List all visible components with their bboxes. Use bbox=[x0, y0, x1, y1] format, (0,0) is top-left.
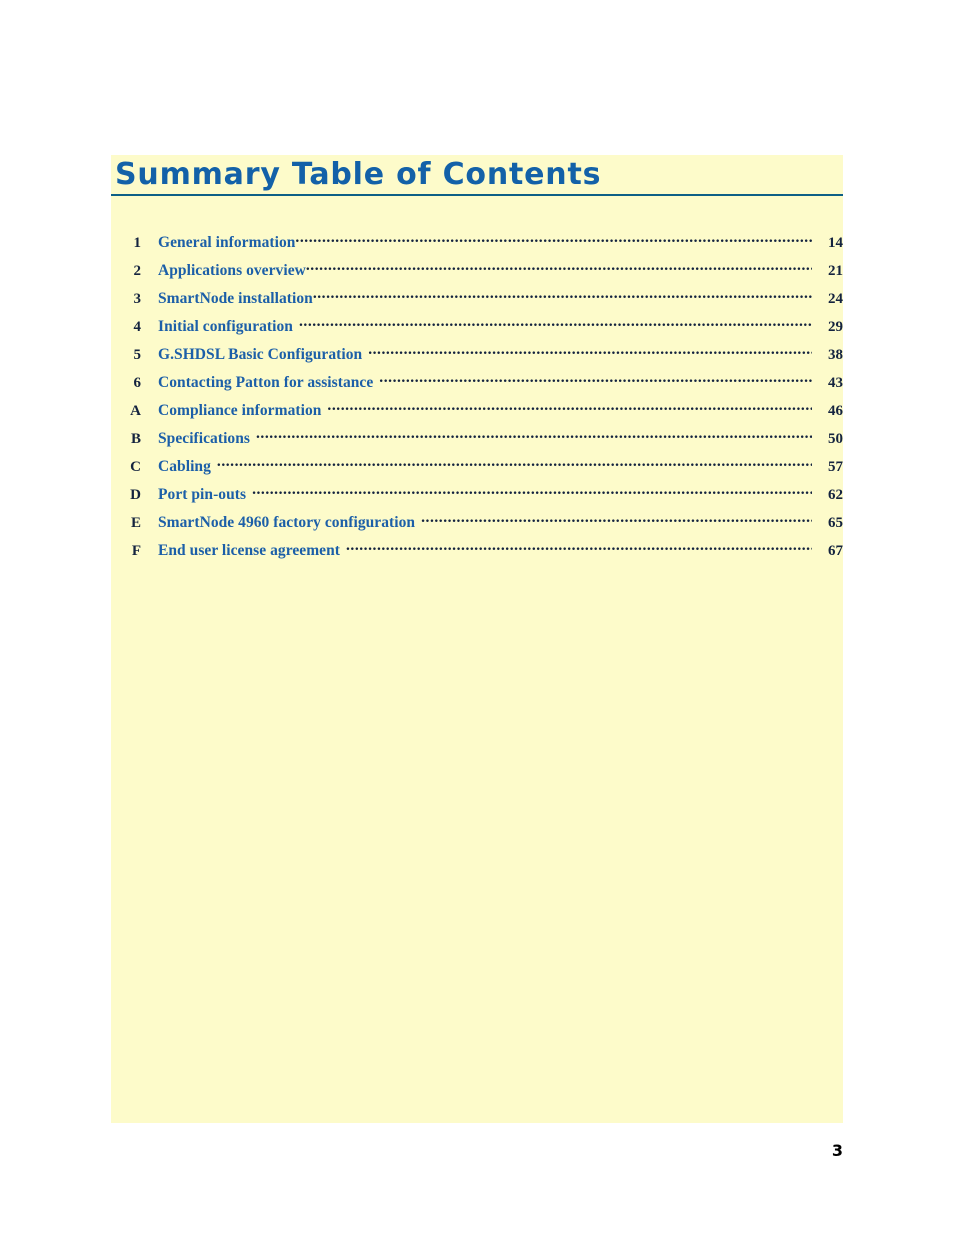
toc-entry-number: B bbox=[130, 430, 141, 447]
toc-entry[interactable]: DPort pin-outs 62 bbox=[111, 483, 843, 511]
toc-entry-number: 1 bbox=[133, 234, 142, 251]
toc-entry-number: 6 bbox=[133, 374, 142, 391]
toc-entry-label[interactable]: Contacting Patton for assistance bbox=[141, 374, 373, 392]
toc-entry-list: 1General information 14 2Applications over… bbox=[111, 231, 843, 567]
toc-entry-label[interactable]: General information bbox=[141, 234, 295, 252]
toc-entry-label[interactable]: Cabling bbox=[141, 458, 211, 476]
toc-entry-label[interactable]: Compliance information bbox=[141, 402, 321, 420]
toc-leader-dots bbox=[217, 455, 812, 471]
toc-leader-dots bbox=[368, 343, 812, 359]
toc-entry[interactable]: 2Applications overview 21 bbox=[111, 259, 844, 287]
toc-entry-number: D bbox=[130, 486, 141, 503]
toc-entry-page-number[interactable]: 67 bbox=[812, 543, 843, 560]
toc-entry-number: 3 bbox=[133, 290, 142, 307]
toc-entry-page-number[interactable]: 21 bbox=[812, 263, 843, 280]
toc-entry[interactable]: ACompliance information 46 bbox=[111, 399, 843, 427]
toc-leader-dots bbox=[346, 539, 812, 555]
toc-entry[interactable]: 6Contacting Patton for assistance 43 bbox=[111, 371, 844, 399]
toc-entry-number: F bbox=[131, 542, 141, 559]
page-title: Summary Table of Contents bbox=[115, 157, 602, 192]
toc-leader-dots bbox=[295, 231, 812, 247]
toc-leader-dots bbox=[379, 371, 812, 387]
toc-entry-page-number[interactable]: 24 bbox=[812, 291, 843, 308]
toc-entry-number: 4 bbox=[133, 318, 142, 335]
document-page: Summary Table of Contents 1 General infor… bbox=[0, 0, 954, 1235]
toc-entry-label[interactable]: End user license agreement bbox=[141, 542, 340, 560]
toc-leader-dots bbox=[256, 427, 812, 443]
toc-entry-label[interactable]: SmartNode installation bbox=[141, 290, 313, 308]
toc-entry-page-number[interactable]: 62 bbox=[812, 487, 843, 504]
toc-leader-dots bbox=[306, 259, 812, 275]
toc-entry[interactable]: CCabling 57 bbox=[111, 455, 843, 483]
toc-entry[interactable]: FEnd user license agreement 67 bbox=[111, 539, 843, 567]
toc-entry-page-number[interactable]: 46 bbox=[812, 403, 843, 420]
toc-entry-page-number[interactable]: 38 bbox=[812, 347, 843, 364]
toc-entry-number: 2 bbox=[133, 262, 142, 279]
toc-entry[interactable]: 4Initial configuration 29 bbox=[111, 315, 844, 343]
toc-leader-dots bbox=[327, 399, 812, 415]
toc-leader-dots bbox=[421, 511, 812, 527]
toc-entry[interactable]: 3SmartNode installation 24 bbox=[111, 287, 844, 315]
toc-entry-number: E bbox=[130, 514, 141, 531]
toc-entry-number: A bbox=[130, 402, 141, 419]
toc-entry-label[interactable]: Initial configuration bbox=[141, 318, 293, 336]
toc-entry-number: 5 bbox=[133, 346, 142, 363]
toc-entry[interactable]: ESmartNode 4960 factory configuration 65 bbox=[111, 511, 843, 539]
toc-entry-page-number[interactable]: 65 bbox=[812, 515, 843, 532]
toc-entry-label[interactable]: Applications overview bbox=[141, 262, 306, 280]
toc-entry[interactable]: 5G.SHDSL Basic Configuration 38 bbox=[111, 343, 844, 371]
toc-entry[interactable]: BSpecifications 50 bbox=[111, 427, 843, 455]
toc-entry-page-number[interactable]: 57 bbox=[812, 459, 843, 476]
toc-entry-label[interactable]: Port pin-outs bbox=[141, 486, 246, 504]
toc-entry-label[interactable]: SmartNode 4960 factory configuration bbox=[141, 514, 415, 532]
toc-entry-label[interactable]: Specifications bbox=[141, 430, 250, 448]
toc-entry-number: C bbox=[130, 458, 141, 475]
toc-panel: Summary Table of Contents 1 General infor… bbox=[111, 155, 843, 1123]
toc-leader-dots bbox=[313, 287, 812, 303]
toc-leader-dots bbox=[252, 483, 812, 499]
toc-entry-label[interactable]: G.SHDSL Basic Configuration bbox=[141, 346, 362, 364]
toc-entry-page-number[interactable]: 29 bbox=[812, 319, 843, 336]
toc-entry[interactable]: 1General information 14 bbox=[111, 231, 844, 259]
toc-entry-page-number[interactable]: 14 bbox=[812, 235, 843, 252]
toc-entry-page-number[interactable]: 50 bbox=[812, 431, 843, 448]
toc-entry-page-number[interactable]: 43 bbox=[812, 375, 843, 392]
title-divider bbox=[111, 194, 843, 196]
folio-page-number: 3 bbox=[831, 1141, 843, 1160]
toc-leader-dots bbox=[299, 315, 812, 331]
